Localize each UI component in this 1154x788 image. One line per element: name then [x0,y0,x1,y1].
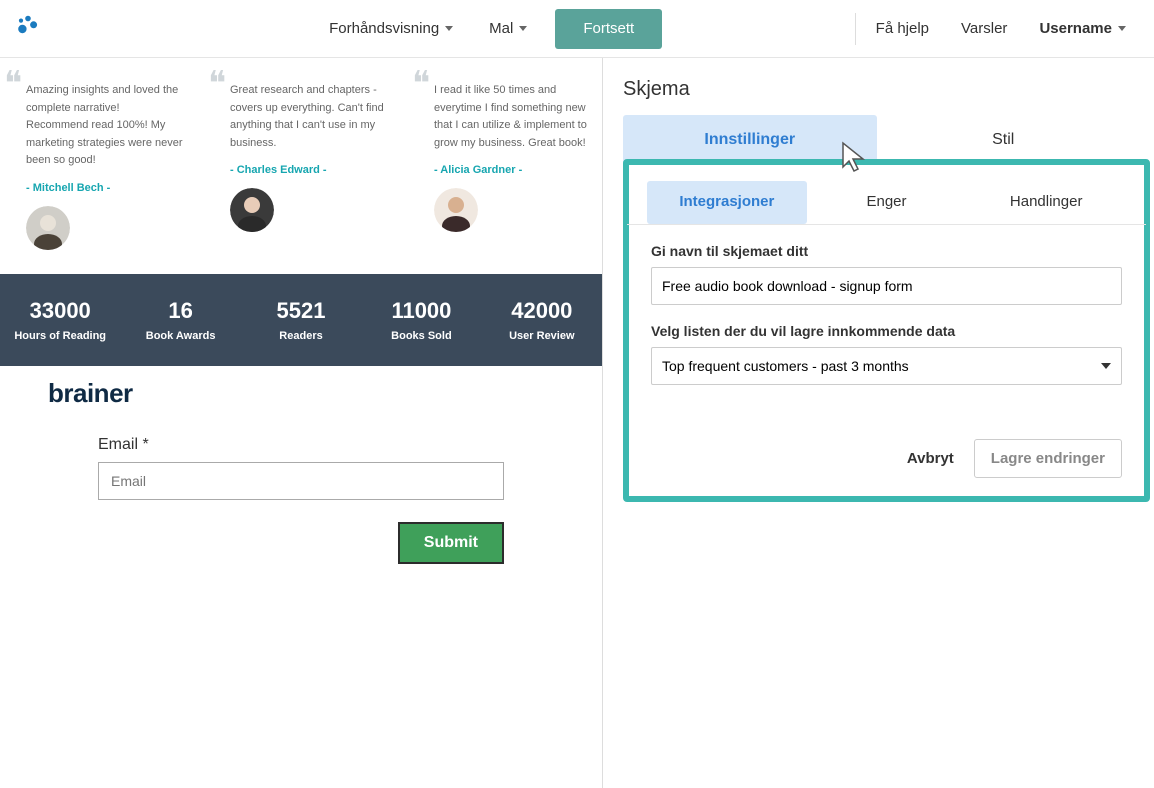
stat-label: Readers [241,330,361,342]
right-nav: Få hjelp Varsler Username [851,0,1142,58]
nav-divider [855,13,856,45]
stat-value: 33000 [0,298,120,324]
stat-label: Book Awards [120,330,240,342]
stat-item: 33000 Hours of Reading [0,298,120,342]
chevron-down-icon [445,26,453,31]
preview-dropdown[interactable]: Forhåndsvisning [311,0,471,58]
chevron-down-icon [1118,26,1126,31]
stat-label: Books Sold [361,330,481,342]
quote-icon: ❝ [4,76,22,93]
form-name-label: Gi navn til skjemaet ditt [651,243,1122,259]
testimonial-item: ❝ I read it like 50 times and everytime … [418,82,592,250]
subtab-actions[interactable]: Handlinger [966,181,1126,224]
sub-tabs: Integrasjoner Enger Handlinger [627,163,1146,225]
panel-title: Skjema [623,78,1154,101]
avatar [434,188,478,232]
stat-label: User Review [482,330,602,342]
form-name-input[interactable] [651,267,1122,305]
email-field-label: Email * [98,436,504,454]
stat-value: 5521 [241,298,361,324]
preview-pane: ❝ Amazing insights and loved the complet… [0,58,603,788]
testimonial-author: - Mitchell Bech - [26,180,184,198]
testimonial-text: Great research and chapters - covers up … [214,82,388,152]
logo-dots-icon [14,15,42,43]
tab-style[interactable]: Stil [877,115,1131,165]
avatar [230,188,274,232]
email-input[interactable] [98,462,504,500]
stat-value: 16 [120,298,240,324]
template-dropdown[interactable]: Mal [471,0,545,58]
main-tabs: Innstillinger Stil [623,115,1154,165]
testimonial-author: - Charles Edward - [230,162,388,180]
subtab-fields[interactable]: Enger [807,181,967,224]
settings-card: Integrasjoner Enger Handlinger Gi navn t… [623,159,1150,502]
quote-icon: ❝ [412,76,430,93]
save-button[interactable]: Lagre endringer [974,439,1122,478]
chevron-down-icon [1101,363,1111,369]
settings-pane: Skjema Innstillinger Stil Integrasjoner … [603,58,1154,788]
testimonial-text: Amazing insights and loved the complete … [10,82,184,170]
subtab-integrations[interactable]: Integrasjoner [647,181,807,224]
stat-item: 11000 Books Sold [361,298,481,342]
username-label: Username [1039,20,1112,37]
stat-value: 11000 [361,298,481,324]
chevron-down-icon [519,26,527,31]
testimonials-row: ❝ Amazing insights and loved the complet… [0,58,602,274]
testimonial-item: ❝ Great research and chapters - covers u… [214,82,388,250]
stat-item: 16 Book Awards [120,298,240,342]
testimonial-item: ❝ Amazing insights and loved the complet… [10,82,184,250]
form-preview: Email * Submit [0,366,602,564]
help-link[interactable]: Få hjelp [860,0,945,58]
quote-icon: ❝ [208,76,226,93]
top-navbar: mainbrainer Forhåndsvisning Mal Fortsett… [0,0,1154,58]
cancel-button[interactable]: Avbryt [907,450,954,467]
user-menu[interactable]: Username [1023,0,1142,58]
stat-item: 5521 Readers [241,298,361,342]
alerts-link[interactable]: Varsler [945,0,1023,58]
list-select[interactable]: Top frequent customers - past 3 months [651,347,1122,385]
template-label: Mal [489,20,513,37]
continue-button[interactable]: Fortsett [555,9,662,49]
list-select-label: Velg listen der du vil lagre innkommende… [651,323,1122,339]
list-select-value: Top frequent customers - past 3 months [662,358,909,374]
avatar [26,206,70,250]
cursor-pointer-icon [837,139,877,179]
submit-button[interactable]: Submit [398,522,504,564]
stats-bar: 33000 Hours of Reading 16 Book Awards 5521… [0,274,602,366]
stat-item: 42000 User Review [482,298,602,342]
preview-label: Forhåndsvisning [329,20,439,37]
center-nav: Forhåndsvisning Mal Fortsett [311,0,672,58]
testimonial-text: I read it like 50 times and everytime I … [418,82,592,152]
stat-value: 42000 [482,298,602,324]
testimonial-author: - Alicia Gardner - [434,162,592,180]
stat-label: Hours of Reading [0,330,120,342]
